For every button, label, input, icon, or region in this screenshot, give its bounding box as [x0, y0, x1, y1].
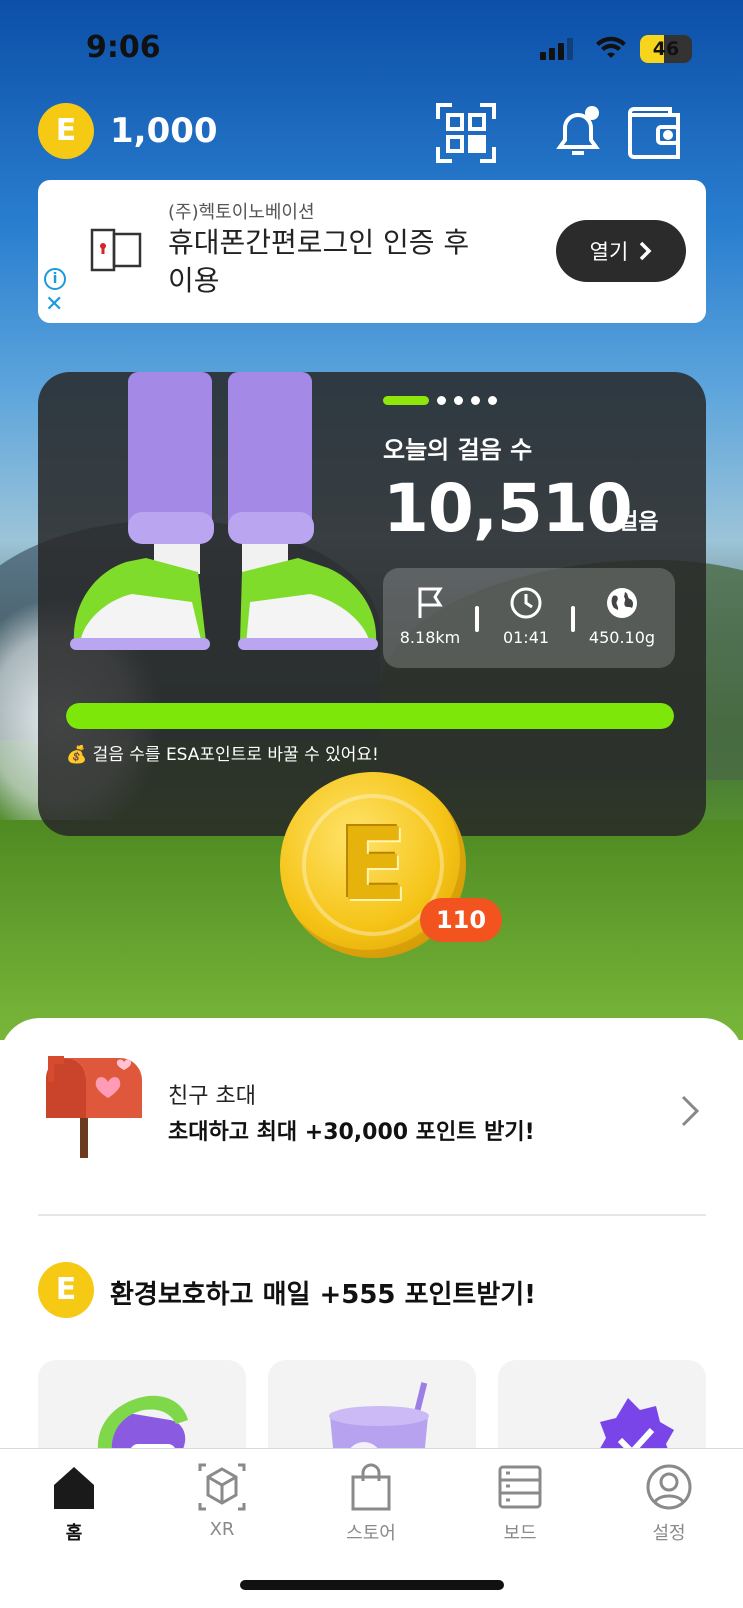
home-indicator[interactable] [240, 1580, 504, 1590]
wallet-icon[interactable] [624, 103, 684, 163]
point-balance[interactable]: 1,000 [110, 111, 218, 151]
tab-label: 설정 [652, 1523, 686, 1544]
invite-friends-row[interactable]: 친구 초대 초대하고 최대 +30,000 포인트 받기! [38, 1048, 706, 1168]
carousel-dot[interactable] [437, 396, 446, 405]
chevron-right-icon [640, 241, 652, 261]
ad-open-button[interactable]: 열기 [556, 220, 686, 282]
status-bar: 9:06 46 [0, 0, 743, 90]
battery-icon: 46 [640, 35, 692, 63]
tab-settings[interactable]: 설정 [614, 1463, 724, 1545]
profile-icon [645, 1463, 693, 1511]
carousel-dot[interactable] [488, 396, 497, 405]
reward-coin-count-badge: 110 [420, 898, 502, 942]
wifi-icon [596, 36, 626, 67]
ad-headline: 휴대폰간편로그인 인증 후 이용 [168, 226, 470, 297]
section-divider [38, 1214, 706, 1216]
globe-icon [575, 586, 669, 622]
tab-xr[interactable]: XR [167, 1463, 277, 1540]
tab-store[interactable]: 스토어 [316, 1463, 426, 1545]
xr-cube-icon [198, 1463, 246, 1511]
step-progress-bar [66, 703, 674, 729]
carousel-dot[interactable] [471, 396, 480, 405]
shopping-bag-icon [347, 1463, 395, 1511]
today-steps-label: 오늘의 걸음 수 [383, 436, 533, 464]
chevron-right-icon[interactable] [680, 1094, 700, 1128]
distance-value: 8.18km [399, 628, 461, 647]
duration-stat: 01:41 [479, 586, 573, 647]
ad-company: (주)헥토이노베이션 [168, 202, 315, 223]
eco-section-title: 환경보호하고 매일 +555 포인트받기! [110, 1280, 537, 1310]
top-bar: E 1,000 [38, 103, 708, 163]
step-count: 10,510 [383, 470, 633, 547]
step-stats-panel: 8.18km 01:41 450.10g [383, 568, 675, 668]
eco-section-header: E 환경보호하고 매일 +555 포인트받기! [38, 1262, 706, 1322]
ad-info-icon[interactable]: i [44, 268, 66, 290]
tab-board[interactable]: 보드 [465, 1463, 575, 1545]
battery-level: 46 [652, 38, 680, 60]
point-coin-icon: E [38, 1262, 94, 1318]
distance-stat: 8.18km [383, 586, 477, 647]
invite-subtitle: 초대하고 최대 +30,000 포인트 받기! [168, 1120, 535, 1145]
mailbox-heart-icon [38, 1048, 148, 1158]
step-conversion-tip: 💰 걸음 수를 ESA포인트로 바꿀 수 있어요! [66, 745, 379, 765]
step-progress-fill [66, 703, 674, 729]
sneaker-character-illustration [66, 372, 386, 672]
tab-home[interactable]: 홈 [19, 1463, 129, 1545]
tab-label: 보드 [503, 1523, 537, 1544]
tab-label: 스토어 [346, 1523, 396, 1544]
point-coin-icon: E [38, 103, 94, 159]
carousel-dot[interactable] [454, 396, 463, 405]
signal-icon [540, 38, 573, 60]
ad-open-label: 열기 [589, 240, 629, 264]
carousel-dot-active[interactable] [383, 396, 429, 405]
door-icon [90, 226, 142, 272]
invite-title: 친구 초대 [168, 1084, 256, 1109]
qr-code-icon[interactable] [436, 103, 496, 163]
flag-icon [383, 586, 477, 622]
bell-icon[interactable] [548, 103, 608, 163]
step-unit: 걸음 [618, 510, 659, 535]
tab-label: XR [209, 1519, 235, 1540]
duration-value: 01:41 [502, 628, 550, 647]
ad-banner[interactable]: (주)헥토이노베이션 휴대폰간편로그인 인증 후 이용 열기 i ✕ [38, 180, 706, 323]
co2-value: 450.10g [588, 628, 656, 647]
clock-icon [479, 586, 573, 622]
co2-stat: 450.10g [575, 586, 669, 647]
tab-label: 홈 [65, 1523, 83, 1544]
step-counter-card[interactable]: 오늘의 걸음 수 10,510 걸음 8.18km 01:41 450.10g … [38, 372, 706, 836]
carousel-dots[interactable] [383, 396, 497, 405]
home-icon [50, 1463, 98, 1511]
ad-close-icon[interactable]: ✕ [45, 294, 63, 316]
board-icon [496, 1463, 544, 1511]
status-time: 9:06 [86, 30, 161, 65]
